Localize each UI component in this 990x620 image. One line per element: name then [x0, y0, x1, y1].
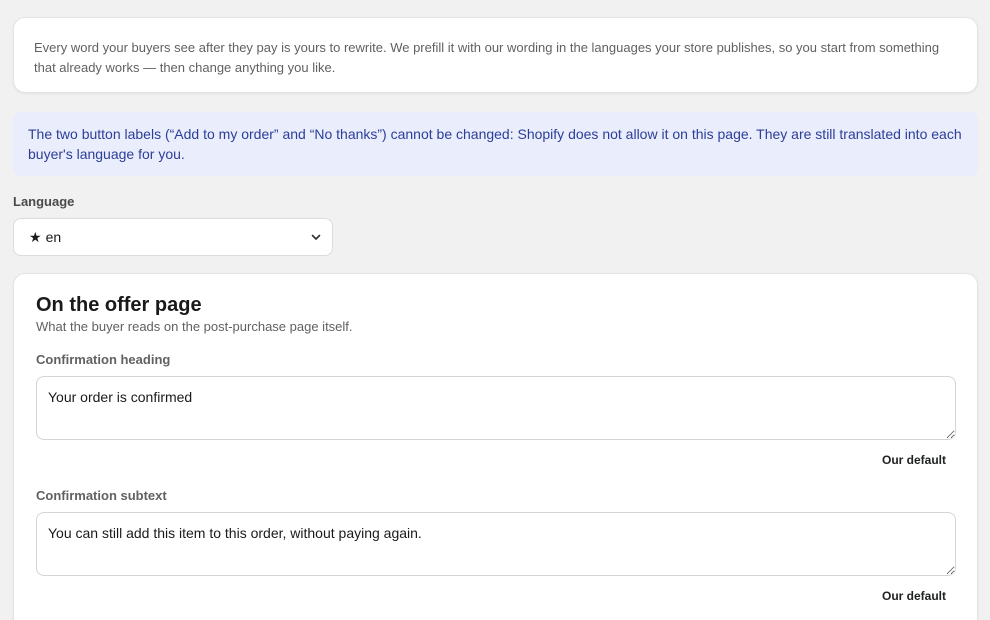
section-title: On the offer page [36, 294, 202, 316]
language-select[interactable]: ★ en [13, 218, 333, 256]
page: Every word your buyers see after they pa… [0, 0, 990, 620]
info-banner-text: The two button labels (“Add to my order”… [28, 126, 962, 162]
confirmation-subtext-label: Confirmation subtext [36, 488, 167, 503]
chevron-down-icon [311, 234, 321, 240]
intro-text: Every word your buyers see after they pa… [34, 40, 940, 75]
star-icon: ★ [29, 229, 42, 245]
confirmation-heading-label: Confirmation heading [36, 352, 171, 367]
info-banner: The two button labels (“Add to my order”… [13, 112, 978, 176]
confirmation-heading-default-button[interactable]: Our default [882, 452, 946, 468]
language-label: Language [13, 194, 75, 209]
confirmation-subtext-default-button[interactable]: Our default [882, 588, 946, 604]
intro-card: Every word your buyers see after they pa… [13, 17, 978, 93]
offer-page-card: On the offer page What the buyer reads o… [13, 273, 978, 620]
confirmation-subtext-input[interactable]: You can still add this item to this orde… [36, 512, 956, 576]
language-select-value: en [45, 229, 62, 245]
section-subtitle: What the buyer reads on the post-purchas… [36, 319, 353, 334]
confirmation-heading-input[interactable]: Your order is confirmed [36, 376, 956, 440]
